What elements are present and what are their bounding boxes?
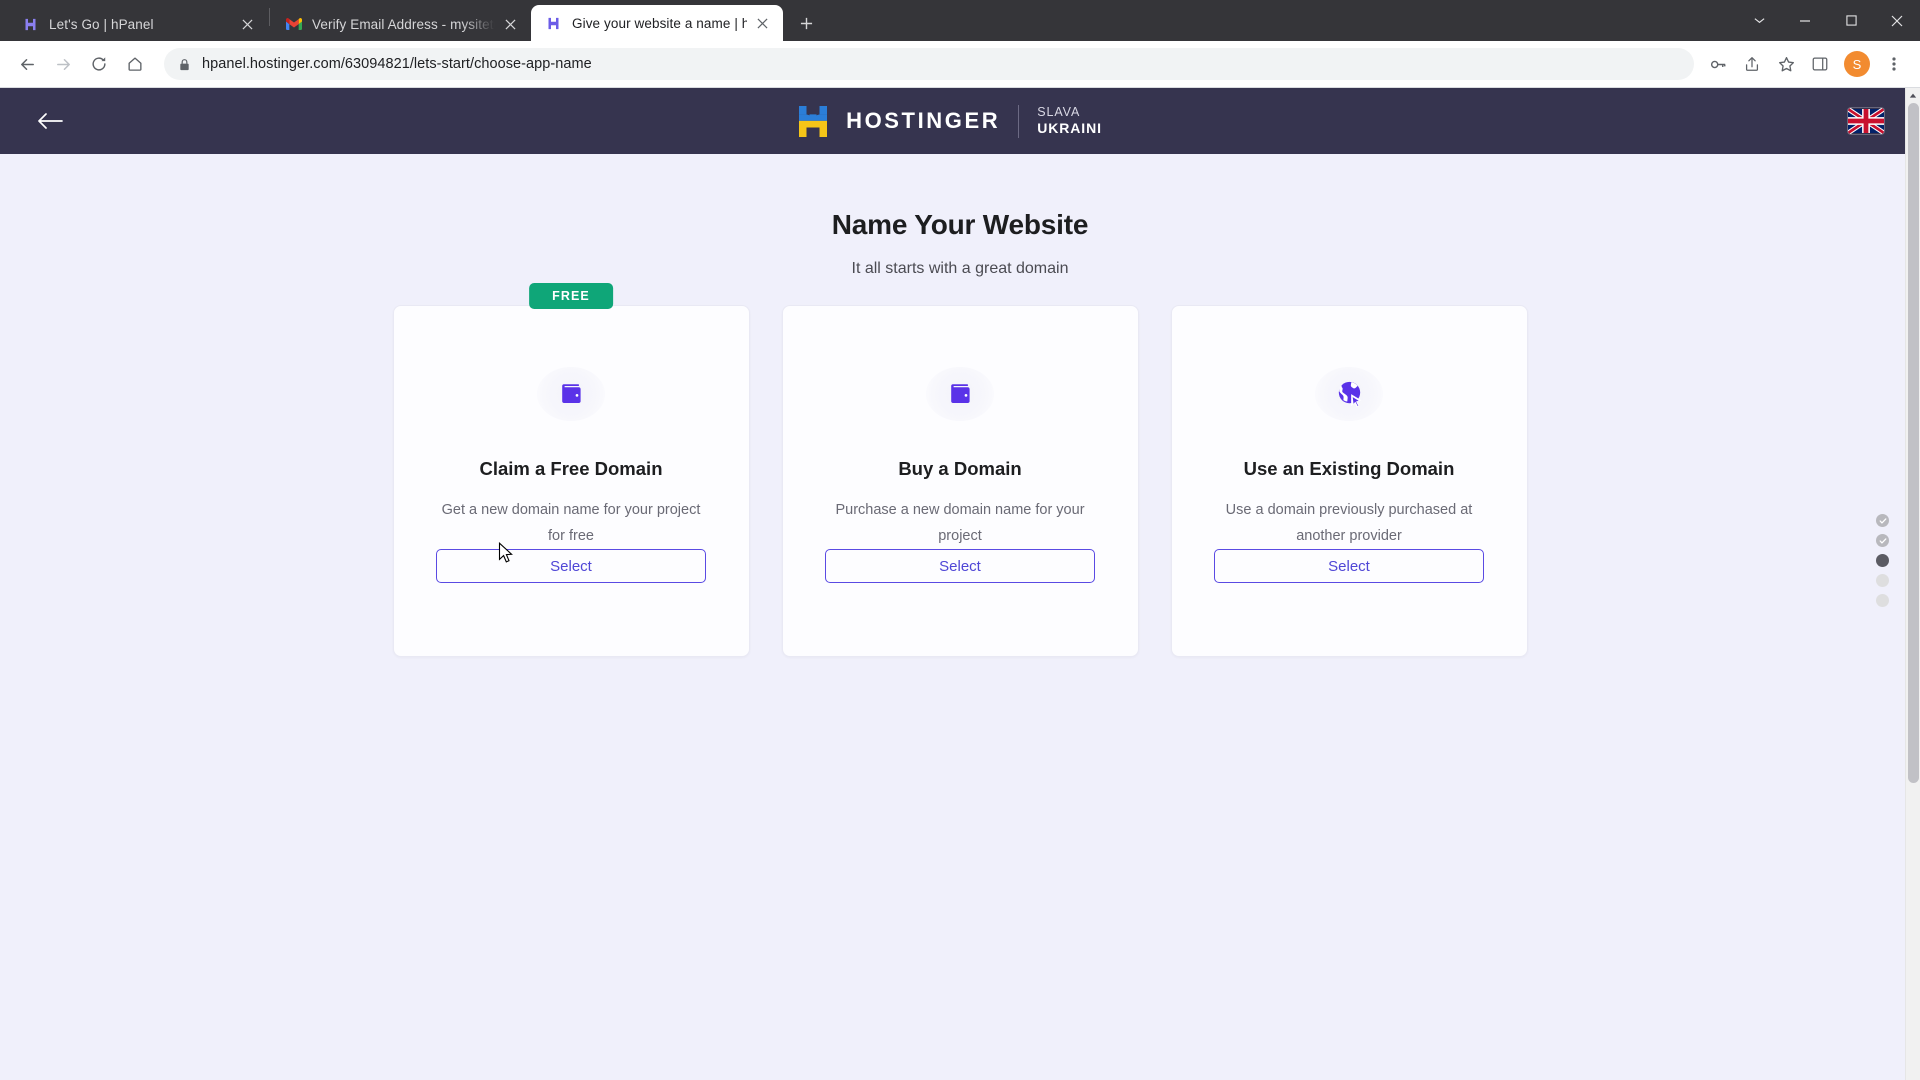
card-description: Use a domain previously purchased at ano…	[1225, 501, 1473, 545]
progress-step-3[interactable]	[1876, 554, 1889, 567]
browser-tab-1[interactable]: Let's Go | hPanel	[8, 7, 268, 41]
avatar[interactable]: S	[1844, 51, 1870, 77]
card-description: Get a new domain name for your project f…	[441, 501, 701, 545]
card-description: Purchase a new domain name for your proj…	[835, 501, 1085, 545]
progress-step-4[interactable]	[1876, 574, 1889, 587]
progress-indicator	[1876, 514, 1889, 607]
hostinger-icon	[545, 15, 562, 32]
browser-tab-2[interactable]: Verify Email Address - mysitetuto	[271, 7, 531, 41]
tab-strip: Let's Go | hPanel Verify Email Address -…	[0, 0, 1920, 41]
lock-icon	[178, 58, 191, 71]
tab-title: Let's Go | hPanel	[49, 16, 154, 32]
back-arrow-icon[interactable]	[10, 47, 44, 81]
new-tab-button[interactable]	[791, 8, 821, 38]
page-content: Name Your Website It all starts with a g…	[0, 154, 1920, 1080]
close-icon[interactable]	[236, 13, 258, 35]
status-badge: FREE	[529, 283, 613, 309]
forward-arrow-icon[interactable]	[46, 47, 80, 81]
browser-tab-3[interactable]: Give your website a name | hPane	[531, 5, 783, 41]
card-title: Claim a Free Domain	[479, 457, 663, 479]
home-icon[interactable]	[118, 47, 152, 81]
close-icon[interactable]	[1874, 0, 1920, 41]
tab-title: Give your website a name | hPane	[572, 15, 747, 31]
progress-step-5[interactable]	[1876, 594, 1889, 607]
card-claim-free-domain[interactable]: FREE Claim a Free Domain Get a new domai…	[392, 283, 750, 657]
page-subtitle: It all starts with a great domain	[851, 260, 1069, 277]
select-button[interactable]: Select	[1214, 549, 1484, 583]
hostinger-logo-icon	[798, 105, 828, 138]
share-icon[interactable]	[1736, 48, 1768, 80]
window-controls	[1736, 0, 1920, 41]
domain-option-cards: FREE Claim a Free Domain Get a new domai…	[392, 283, 1528, 657]
toolbar-actions: S	[1702, 48, 1910, 80]
globe-cursor-icon	[1315, 367, 1383, 421]
gmail-icon	[285, 16, 302, 33]
united-kingdom-flag-icon[interactable]	[1848, 108, 1884, 134]
tab-divider	[269, 7, 270, 26]
page-viewport: HOSTINGER SLAVA UKRAINI Name Your Websit…	[0, 88, 1920, 1080]
wallet-icon	[926, 367, 994, 421]
scroll-up-arrow[interactable]	[1906, 88, 1920, 103]
three-dot-menu-icon[interactable]	[1878, 48, 1910, 80]
scrollbar-thumb[interactable]	[1908, 103, 1919, 783]
close-icon[interactable]	[499, 13, 521, 35]
page-title: Name Your Website	[831, 209, 1089, 240]
hostinger-header: HOSTINGER SLAVA UKRAINI	[0, 88, 1920, 154]
minimize-icon[interactable]	[1782, 0, 1828, 41]
select-button[interactable]: Select	[436, 549, 706, 583]
brand-name: HOSTINGER	[846, 108, 1001, 133]
tab-title: Verify Email Address - mysitetuto	[312, 16, 495, 32]
card-title: Buy a Domain	[898, 457, 1022, 479]
progress-step-2[interactable]	[1876, 534, 1889, 547]
side-panel-icon[interactable]	[1804, 48, 1836, 80]
maximize-icon[interactable]	[1828, 0, 1874, 41]
browser-toolbar: hpanel.hostinger.com/63094821/lets-start…	[0, 41, 1920, 88]
star-icon[interactable]	[1770, 48, 1802, 80]
url-text: hpanel.hostinger.com/63094821/lets-start…	[202, 56, 592, 72]
card-buy-domain[interactable]: Buy a Domain Purchase a new domain name …	[781, 305, 1139, 657]
card-use-existing-domain[interactable]: Use an Existing Domain Use a domain prev…	[1170, 305, 1528, 657]
card-title: Use an Existing Domain	[1243, 457, 1455, 479]
slava-ukraini-text: SLAVA UKRAINI	[1037, 105, 1102, 136]
select-button[interactable]: Select	[825, 549, 1095, 583]
close-icon[interactable]	[751, 12, 773, 34]
progress-step-1[interactable]	[1876, 514, 1889, 527]
slogan-line-1: SLAVA	[1037, 105, 1081, 120]
header-back-button[interactable]	[30, 101, 70, 141]
key-icon[interactable]	[1702, 48, 1734, 80]
address-bar[interactable]: hpanel.hostinger.com/63094821/lets-start…	[164, 48, 1694, 80]
chevron-down-icon[interactable]	[1736, 0, 1782, 41]
hostinger-icon	[22, 16, 39, 33]
browser-window: Let's Go | hPanel Verify Email Address -…	[0, 0, 1920, 1080]
reload-icon[interactable]	[82, 47, 116, 81]
brand-lockup: HOSTINGER SLAVA UKRAINI	[798, 104, 1102, 138]
content-wrapper: Name Your Website It all starts with a g…	[0, 154, 1920, 657]
brand-divider	[1018, 104, 1020, 138]
wallet-icon	[537, 367, 605, 421]
page-scrollbar[interactable]	[1905, 88, 1920, 1080]
slogan-line-2: UKRAINI	[1037, 120, 1102, 137]
